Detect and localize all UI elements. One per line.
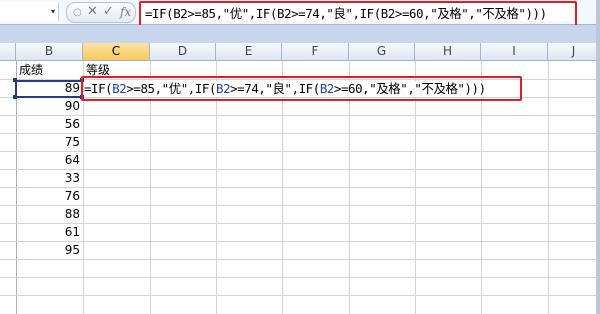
referenced-cell-b2 [15, 80, 83, 98]
column-header-j[interactable]: J [548, 43, 600, 61]
ribbon-band [0, 25, 600, 43]
grid-line [0, 205, 600, 206]
cell-b7[interactable]: 33 [16, 170, 80, 187]
ref-handle[interactable] [13, 95, 17, 99]
cell-b4[interactable]: 56 [16, 116, 80, 133]
column-header-g[interactable]: G [349, 43, 415, 61]
cell-b5[interactable]: 75 [16, 134, 80, 151]
column-header-i[interactable]: I [481, 43, 548, 61]
cell-b1[interactable]: 成绩 [19, 62, 43, 79]
window-edge [596, 0, 600, 314]
cell-b8[interactable]: 76 [16, 188, 80, 205]
grid-line [0, 169, 600, 170]
grid-line [0, 295, 600, 296]
grid-line [0, 115, 600, 116]
enter-icon[interactable]: ✓ [103, 4, 114, 20]
name-box[interactable]: ▾ [0, 2, 59, 21]
grid-line [0, 133, 600, 134]
grid-line [0, 259, 600, 260]
worksheet-grid[interactable]: B C D E F G H I J 成绩 等级 89 90 56 75 64 3… [0, 43, 600, 314]
cell-highlight-box [81, 76, 522, 101]
column-header-e[interactable]: E [216, 43, 282, 61]
grid-line [0, 277, 600, 278]
cell-b3[interactable]: 90 [16, 98, 80, 115]
column-header-d[interactable]: D [150, 43, 216, 61]
cell-b6[interactable]: 64 [16, 152, 80, 169]
cell-b11[interactable]: 95 [16, 242, 80, 259]
column-header-b[interactable]: B [16, 43, 83, 61]
grid-line [0, 223, 600, 224]
name-box-dropdown-icon[interactable]: ▾ [51, 7, 55, 16]
formula-buttons: ○ ✕ ✓ fx [66, 2, 136, 23]
insert-function-button[interactable]: fx [120, 4, 131, 20]
cell-b10[interactable]: 61 [16, 224, 80, 241]
grid-line [0, 151, 600, 152]
cell-b9[interactable]: 88 [16, 206, 80, 223]
column-header-c[interactable]: C [83, 43, 150, 61]
column-header-f[interactable]: F [282, 43, 349, 61]
corner-select-all[interactable] [0, 43, 16, 61]
ref-handle[interactable] [13, 78, 17, 82]
grip-icon: ○ [73, 7, 82, 18]
column-header-h[interactable]: H [415, 43, 481, 61]
grid-line [0, 187, 600, 188]
grid-line [0, 241, 600, 242]
cancel-icon[interactable]: ✕ [87, 4, 98, 20]
